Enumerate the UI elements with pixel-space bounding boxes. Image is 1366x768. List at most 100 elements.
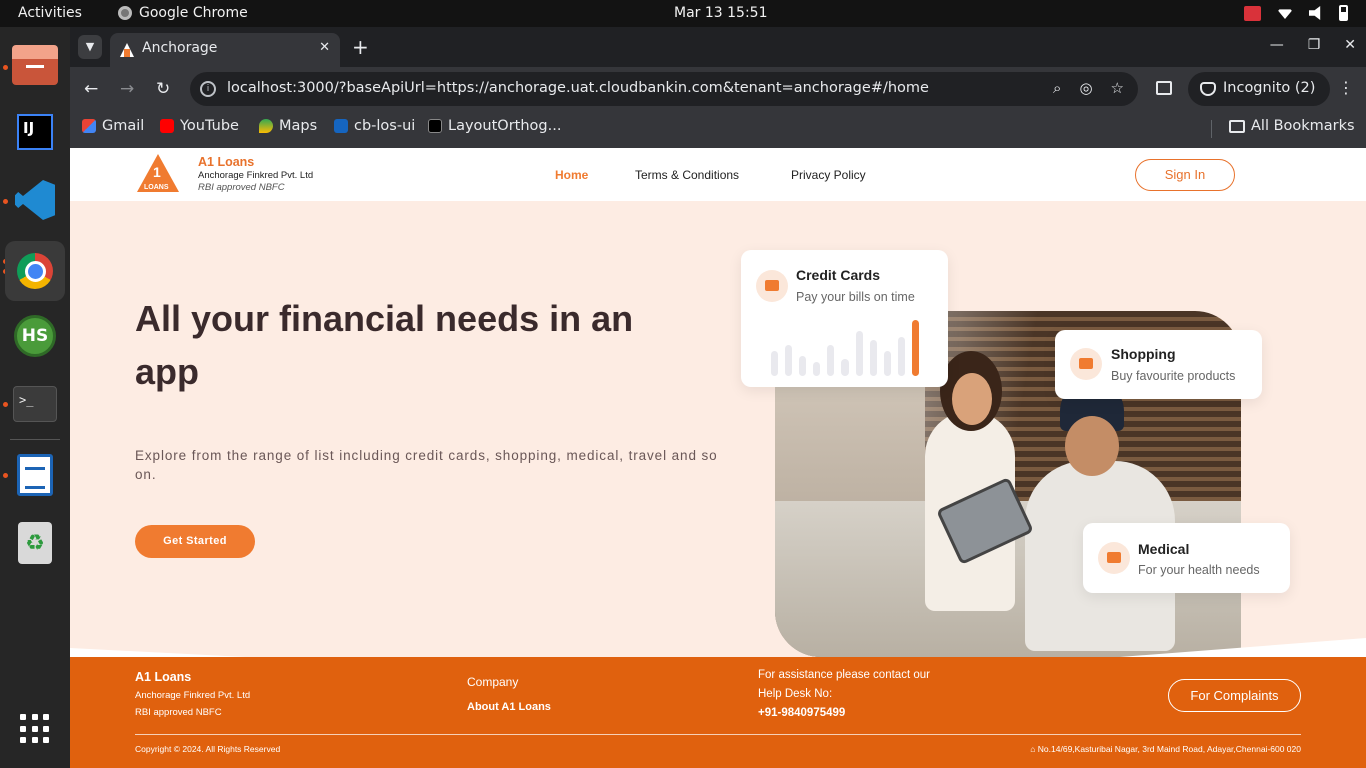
close-window-icon[interactable]: ✕ <box>1344 37 1356 53</box>
incognito-button[interactable]: Incognito (2) <box>1188 72 1330 106</box>
folder-icon <box>1229 119 1245 133</box>
menu-icon[interactable]: ⋮ <box>1338 78 1354 97</box>
address-bar[interactable]: i localhost:3000/?baseApiUrl=https://anc… <box>190 72 1138 106</box>
web-page: 1 LOANS A1 Loans Anchorage Finkred Pvt. … <box>70 148 1366 768</box>
shopping-card: Shopping Buy favourite products <box>1055 330 1262 399</box>
medical-card: Medical For your health needs <box>1083 523 1290 593</box>
bookmark-star-icon[interactable]: ☆ <box>1111 79 1124 97</box>
credit-card-icon <box>756 270 788 302</box>
bookmark-cb-los-ui[interactable]: cb-los-ui <box>334 118 415 134</box>
credit-cards-card: Credit Cards Pay your bills on time <box>741 250 948 387</box>
new-tab-button[interactable]: + <box>352 35 369 59</box>
url-text[interactable]: localhost:3000/?baseApiUrl=https://ancho… <box>227 80 929 96</box>
trash-icon[interactable]: ♻ <box>11 519 59 567</box>
spending-bar <box>841 359 849 376</box>
brand-tagline: RBI approved NBFC <box>198 182 285 193</box>
spending-bar <box>827 345 835 376</box>
minimize-icon[interactable]: — <box>1270 37 1284 53</box>
spending-bar <box>869 340 877 376</box>
bookmark-label: Maps <box>279 118 318 134</box>
nav-terms[interactable]: Terms & Conditions <box>635 168 739 182</box>
running-indicator <box>3 473 8 478</box>
hero-title: All your financial needs in an app <box>135 298 634 392</box>
running-indicator <box>3 402 8 407</box>
files-icon[interactable] <box>11 41 59 89</box>
get-started-button[interactable]: Get Started <box>135 525 255 558</box>
battery-icon[interactable] <box>1339 5 1348 21</box>
spending-bar <box>799 356 807 376</box>
wifi-icon[interactable] <box>1277 9 1293 19</box>
card-title: Shopping <box>1111 346 1176 362</box>
indicator-icon[interactable] <box>1244 5 1261 21</box>
tracking-eye-icon[interactable]: ◎ <box>1079 79 1092 97</box>
brand-name: A1 Loans <box>198 155 255 169</box>
incognito-icon <box>1200 82 1216 96</box>
tab-search-button[interactable]: ▼ <box>78 35 102 59</box>
intellij-icon[interactable]: IJ <box>11 108 59 156</box>
about-link[interactable]: About A1 Loans <box>467 701 551 713</box>
spending-bar <box>855 331 863 376</box>
side-panel-icon[interactable] <box>1156 81 1172 95</box>
nav-home[interactable]: Home <box>555 168 588 182</box>
tab-strip: ▼ Anchorage ✕ + — ❐ ✕ <box>70 27 1366 67</box>
clock[interactable]: Mar 13 15:51 <box>674 5 767 21</box>
document-viewer-icon[interactable] <box>11 451 59 499</box>
shopping-bag-icon <box>1070 348 1102 380</box>
running-indicator <box>3 199 8 204</box>
tab-anchorage[interactable]: Anchorage ✕ <box>110 33 340 67</box>
zoom-search-icon[interactable]: ⌕ <box>1053 79 1061 97</box>
maps-icon <box>259 119 273 133</box>
bookmark-gmail[interactable]: Gmail <box>82 118 144 134</box>
tab-title: Anchorage <box>142 40 218 56</box>
footer-company: Anchorage Finkred Pvt. Ltd <box>135 690 251 701</box>
system-top-bar: Activities Google Chrome Mar 13 15:51 <box>0 0 1366 27</box>
system-tray[interactable] <box>1244 5 1348 21</box>
chrome-icon[interactable] <box>5 241 65 301</box>
terminal-icon[interactable]: >_ <box>11 380 59 428</box>
help-desk-label: Help Desk No: <box>758 688 833 700</box>
app-menu[interactable]: Google Chrome <box>118 5 248 21</box>
bookmark-label: YouTube <box>180 118 239 134</box>
close-tab-icon[interactable]: ✕ <box>319 40 330 55</box>
spending-bar <box>813 362 821 376</box>
maximize-icon[interactable]: ❐ <box>1308 37 1321 53</box>
all-bookmarks-label: All Bookmarks <box>1251 118 1355 134</box>
volume-icon[interactable] <box>1309 6 1321 20</box>
bookmark-label: Gmail <box>102 118 145 134</box>
vscode-icon[interactable] <box>11 176 59 224</box>
bookmarks-bar: Gmail YouTube Maps cb-los-ui LayoutOrtho… <box>70 111 1366 147</box>
brand-company: Anchorage Finkred Pvt. Ltd <box>198 170 314 181</box>
help-desk-phone[interactable]: +91-9840975499 <box>758 707 845 719</box>
complaints-button[interactable]: For Complaints <box>1168 679 1301 712</box>
footer-brand-name: A1 Loans <box>135 670 192 684</box>
activities-button[interactable]: Activities <box>18 5 82 21</box>
bookmark-layoutorthog[interactable]: LayoutOrthog... <box>428 118 561 134</box>
footer-divider <box>135 734 1301 735</box>
bookmark-youtube[interactable]: YouTube <box>160 118 239 134</box>
reload-icon[interactable]: ↻ <box>156 79 170 99</box>
dock-separator <box>10 439 60 440</box>
forward-arrow-icon[interactable]: → <box>120 79 134 99</box>
back-arrow-icon[interactable]: ← <box>84 79 98 99</box>
youtube-icon <box>160 119 174 133</box>
site-info-icon[interactable]: i <box>200 81 216 97</box>
spending-bar <box>883 351 891 376</box>
hs-icon[interactable]: HS <box>11 312 59 360</box>
site-footer: A1 Loans Anchorage Finkred Pvt. Ltd RBI … <box>70 657 1366 768</box>
site-header: 1 LOANS A1 Loans Anchorage Finkred Pvt. … <box>70 148 1366 201</box>
a1-logo-icon[interactable]: 1 LOANS <box>137 154 179 196</box>
spending-bar <box>911 320 920 376</box>
sign-in-button[interactable]: Sign In <box>1135 159 1235 191</box>
all-bookmarks-button[interactable]: All Bookmarks <box>1229 118 1355 134</box>
card-subtitle: Pay your bills on time <box>796 290 915 304</box>
card-title: Medical <box>1138 541 1190 557</box>
browser-toolbar: ← → ↻ i localhost:3000/?baseApiUrl=https… <box>70 67 1366 111</box>
spending-bars <box>771 320 920 376</box>
nav-privacy[interactable]: Privacy Policy <box>791 168 866 182</box>
running-indicator <box>3 65 8 70</box>
app-grid-icon[interactable] <box>11 705 59 753</box>
card-subtitle: Buy favourite products <box>1111 369 1236 383</box>
incognito-label: Incognito (2) <box>1223 80 1316 96</box>
bookmark-maps[interactable]: Maps <box>259 118 317 134</box>
favicon-icon <box>120 43 134 57</box>
